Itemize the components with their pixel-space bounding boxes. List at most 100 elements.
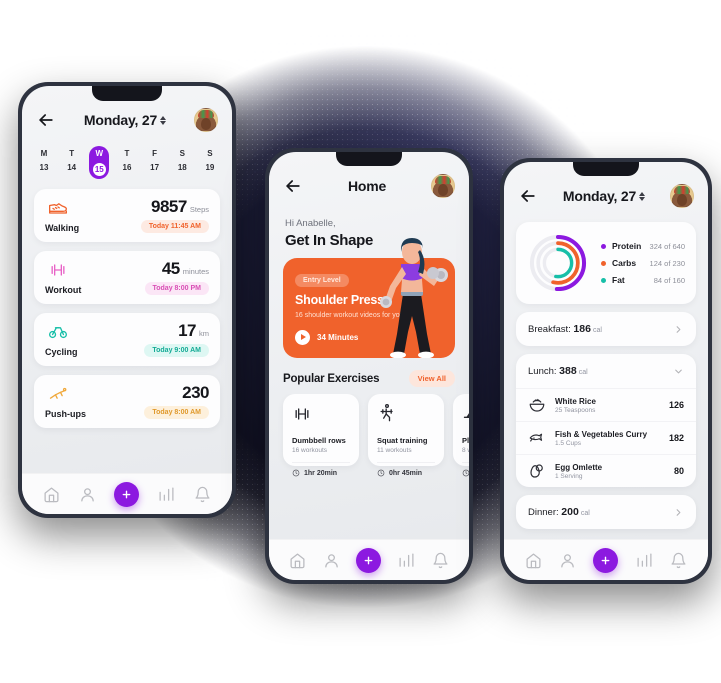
bottom-nav[interactable]	[504, 539, 708, 580]
home-icon[interactable]	[43, 486, 60, 503]
activity-unit: km	[199, 329, 209, 338]
exercise-duration: 0hr 45min	[389, 469, 423, 477]
food-text: Egg Omlette 1 Serving	[555, 463, 665, 480]
bell-icon[interactable]	[670, 552, 687, 569]
clock-icon	[377, 469, 385, 477]
bottom-nav[interactable]	[269, 539, 469, 580]
add-button[interactable]	[593, 547, 619, 573]
day-letter: S	[207, 149, 213, 158]
activity-card-list: Walking 9857 Steps Today 11:45 AM Workout 45 m…	[22, 189, 232, 473]
promo-card[interactable]: Entry Level Shoulder Press 16 shoulder w…	[283, 238, 455, 358]
food-row[interactable]: Fish & Vegetables Curry 1.5 Cups 182	[516, 421, 696, 454]
back-arrow-icon[interactable]	[36, 110, 56, 130]
activity-card-push-ups[interactable]: Push-ups 230 Today 8:00 AM	[34, 375, 220, 428]
day-18[interactable]: S 18	[172, 146, 192, 179]
view-all-button[interactable]: View All	[408, 370, 455, 387]
day-14[interactable]: T 14	[62, 146, 82, 179]
bottom-nav[interactable]	[22, 473, 232, 514]
meal-name: Lunch	[528, 366, 554, 377]
avatar[interactable]	[669, 184, 694, 208]
back-arrow-icon[interactable]	[283, 176, 303, 196]
food-calories: 80	[673, 466, 684, 476]
user-icon[interactable]	[79, 486, 96, 503]
activity-timestamp: Today 8:00 AM	[144, 406, 209, 419]
macro-legend-row: Fat 84 of 160	[601, 275, 685, 285]
phone-mid-home: Home Hi Anabelle, Get In Shape Entry Lev…	[265, 148, 473, 584]
meal-header[interactable]: Lunch: 388 cal	[516, 354, 696, 388]
activity-value: 45	[161, 259, 180, 278]
page-title[interactable]: Monday, 27	[84, 112, 167, 128]
exercise-card-list[interactable]: Dumbbell rows 16 workouts 1hr 20min Squat t…	[269, 394, 469, 539]
macro-name: Fat	[612, 275, 625, 285]
food-row[interactable]: White Rice 25 Teaspoons 126	[516, 388, 696, 421]
food-calories: 182	[668, 433, 684, 443]
user-icon[interactable]	[559, 552, 576, 569]
exercise-card[interactable]: Dumbbell rows 16 workouts 1hr 20min	[283, 394, 359, 477]
activity-card-workout[interactable]: Workout 45 minutes Today 8:00 PM	[34, 251, 220, 304]
exercise-card[interactable]: Squat training 11 workouts 0hr 45min	[368, 394, 444, 477]
fish-icon	[529, 433, 543, 442]
chart-icon[interactable]	[158, 486, 175, 503]
dumbbell-icon	[51, 264, 65, 276]
day-15[interactable]: W 15	[89, 146, 110, 179]
popular-exercises-header: Popular Exercises View All	[269, 358, 469, 394]
bell-icon[interactable]	[194, 486, 211, 503]
exercise-duration-row: 1hr 20min	[292, 462, 350, 477]
food-text: White Rice 25 Teaspoons	[555, 397, 660, 414]
stepper-icon[interactable]	[160, 115, 167, 125]
meal-header[interactable]: Breakfast: 186 cal	[516, 312, 696, 346]
phone-left-activity: Monday, 27 M 13 T 14 W 15 T 16 F 17 S 18 S 19 Walking…	[18, 82, 236, 518]
legend-dot-fat	[601, 277, 606, 283]
meal-cal-unit: cal	[580, 510, 590, 517]
avatar[interactable]	[193, 108, 218, 132]
food-portion: 25 Teaspoons	[555, 406, 596, 414]
day-number: 15	[92, 163, 106, 176]
day-13[interactable]: M 13	[34, 146, 54, 179]
activity-card-walking[interactable]: Walking 9857 Steps Today 11:45 AM	[34, 189, 220, 242]
legend-dot-protein	[601, 243, 606, 249]
activity-card-cycling[interactable]: Cycling 17 km Today 9:00 AM	[34, 313, 220, 366]
activity-unit: minutes	[182, 267, 209, 276]
chart-icon[interactable]	[398, 552, 415, 569]
meal-calories: 200	[561, 506, 579, 518]
page-title[interactable]: Monday, 27	[563, 188, 646, 204]
macro-name: Protein	[612, 241, 642, 251]
rice-bowl-icon	[529, 398, 545, 412]
day-19[interactable]: S 19	[200, 146, 220, 179]
week-selector[interactable]: M 13 T 14 W 15 T 16 F 17 S 18 S 19	[22, 138, 232, 189]
section-title: Popular Exercises	[283, 372, 380, 385]
back-arrow-icon[interactable]	[518, 186, 538, 206]
stepper-icon[interactable]	[639, 191, 646, 201]
exercise-card[interactable]: Plu 8 w	[453, 394, 469, 477]
chart-icon[interactable]	[636, 552, 653, 569]
activity-name: Cycling	[45, 347, 78, 357]
add-button[interactable]	[114, 481, 140, 507]
bell-icon[interactable]	[432, 552, 449, 569]
home-icon[interactable]	[525, 552, 542, 569]
meal-header[interactable]: Dinner: 200 cal	[516, 495, 696, 529]
exercise-name: Dumbbell rows	[292, 436, 346, 445]
meal-cal-unit: cal	[592, 327, 602, 334]
food-name: White Rice	[555, 396, 596, 406]
day-16[interactable]: T 16	[117, 146, 137, 179]
chevron-down-icon[interactable]	[673, 366, 684, 377]
day-letter: T	[69, 149, 75, 158]
macro-value: 84 of 160	[653, 275, 685, 285]
chevron-right-icon[interactable]	[673, 507, 684, 518]
athlete-illustration	[380, 238, 448, 358]
add-button[interactable]	[356, 547, 382, 573]
home-icon[interactable]	[289, 552, 306, 569]
activity-name: Push-ups	[45, 409, 87, 419]
day-17[interactable]: F 17	[145, 146, 165, 179]
food-row[interactable]: Egg Omlette 1 Serving 80	[516, 454, 696, 487]
activity-value: 230	[182, 383, 209, 402]
exercise-name: Squat training	[377, 436, 428, 445]
chevron-right-icon[interactable]	[673, 324, 684, 335]
food-calories: 126	[668, 400, 684, 410]
avatar[interactable]	[430, 174, 455, 198]
macro-value: 324 of 640	[649, 241, 685, 251]
user-icon[interactable]	[323, 552, 340, 569]
play-icon[interactable]	[295, 329, 310, 345]
meal-list: Breakfast: 186 cal Lunch: 388 cal White Rice…	[516, 312, 696, 537]
meal-calories: 186	[573, 323, 591, 335]
